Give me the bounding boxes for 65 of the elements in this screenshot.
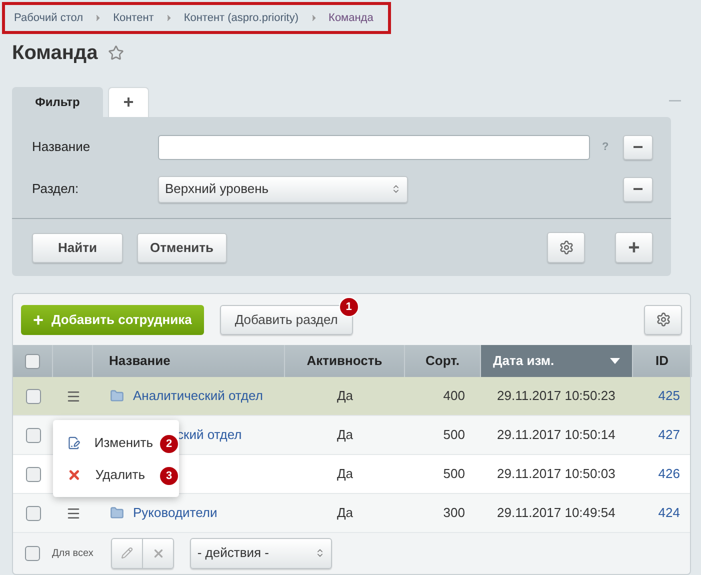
breadcrumb-link[interactable]: Команда [328, 10, 374, 26]
remove-field-button[interactable]: − [623, 176, 653, 202]
date-text: 29.11.2017 10:50:23 [497, 387, 616, 406]
plus-icon: + [33, 310, 44, 328]
favorite-star-icon[interactable] [108, 45, 124, 61]
activity-text: Да [336, 504, 354, 522]
checkbox[interactable] [25, 546, 40, 560]
edit-icon [67, 434, 80, 450]
item-link[interactable]: Аналитический отдел [133, 386, 263, 406]
item-link[interactable]: Руководители [133, 503, 218, 523]
name-input-field[interactable] [158, 134, 590, 160]
gear-icon [558, 240, 574, 255]
date-text: 29.11.2017 10:50:03 [497, 465, 616, 484]
sort-caret-icon [610, 358, 620, 364]
id-link[interactable]: 427 [658, 425, 680, 445]
filter-tab[interactable]: + [108, 87, 149, 117]
id-link[interactable]: 424 [658, 503, 680, 523]
folder-icon [109, 506, 125, 520]
checkbox[interactable] [26, 428, 40, 442]
menu-item[interactable]: Изменить [94, 432, 153, 452]
for-all-label: Для всех [52, 546, 94, 560]
sort-value: 500 [443, 426, 465, 444]
id-link[interactable]: 425 [658, 386, 680, 406]
settings-button[interactable] [644, 304, 682, 334]
callout-badge: 3 [159, 466, 179, 486]
id-link[interactable]: 426 [658, 464, 680, 484]
pencil-icon [121, 547, 134, 559]
column-header[interactable]: Дата изм. [481, 345, 633, 377]
field-label: Название [32, 138, 92, 156]
settings-button[interactable] [547, 232, 585, 263]
gear-icon [656, 312, 670, 327]
updown-arrows-icon [391, 184, 401, 194]
date-text: 29.11.2017 10:50:14 [497, 426, 616, 444]
sort-value: 300 [443, 504, 465, 522]
remove-field-button[interactable]: − [623, 134, 653, 160]
menu-item[interactable]: Удалить [95, 464, 153, 484]
sort-value: 400 [443, 387, 465, 406]
sort-value: 500 [443, 465, 465, 484]
cross-icon [152, 546, 165, 560]
filter-button[interactable]: Найти [32, 232, 123, 262]
row-actions-icon[interactable] [66, 388, 80, 404]
field-label: Раздел: [32, 180, 80, 198]
checkbox[interactable] [26, 466, 40, 482]
breadcrumb-link[interactable]: Контент (aspro.priority) [184, 10, 299, 26]
activity-text: Да [336, 465, 354, 484]
actions-select[interactable]: - действия - [190, 538, 332, 568]
page-title: Команда [12, 41, 98, 66]
activity-text: Да [336, 426, 354, 444]
callout-badge: 2 [159, 434, 179, 454]
activity-text: Да [336, 387, 354, 406]
checkbox[interactable] [26, 388, 40, 404]
filter-tab[interactable]: Фильтр [12, 87, 103, 117]
table-row[interactable]: Аналитический отдел Да 400 29.11.2017 10:50:23 425 [13, 377, 690, 416]
callout-badge: 1 [338, 296, 359, 317]
add-filter-button[interactable]: + [615, 232, 653, 263]
folder-icon [109, 389, 125, 403]
checkbox[interactable] [26, 506, 40, 520]
breadcrumb-link[interactable]: Рабочий стол [14, 10, 84, 26]
date-text: 29.11.2017 10:49:54 [497, 504, 616, 522]
filter-button[interactable]: Отменить [137, 232, 227, 262]
row-actions-icon[interactable] [66, 506, 80, 520]
updown-arrows-icon [315, 548, 326, 558]
breadcrumb-link[interactable]: Контент [113, 10, 154, 26]
section-select[interactable]: Верхний уровень [158, 176, 408, 202]
checkbox[interactable] [25, 354, 40, 368]
